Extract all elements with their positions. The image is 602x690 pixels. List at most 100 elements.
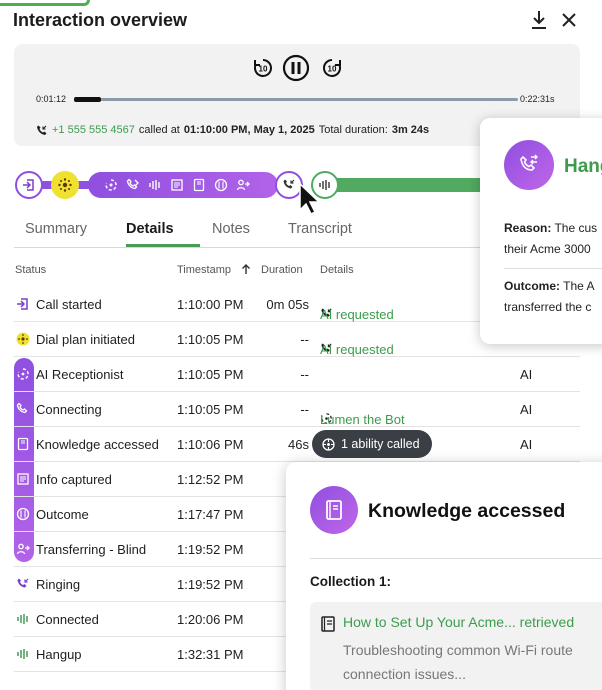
knowledge-item-title[interactable]: How to Set Up Your Acme...	[343, 614, 516, 630]
hangup-card: Hang Reason: The cus their Acme 3000 Out…	[480, 118, 602, 344]
col-duration[interactable]: Duration	[261, 264, 303, 276]
knowledge-item-link[interactable]: How to Set Up Your Acme... retrieved	[343, 614, 574, 630]
ability-badge-label: 1 ability called	[341, 437, 420, 451]
row-duration: --	[300, 402, 309, 417]
row-status: Transferring - Blind	[36, 542, 147, 557]
phone-icon	[16, 402, 30, 416]
pause-button[interactable]	[282, 54, 310, 82]
row-details-text: AI requested	[320, 342, 394, 357]
col-status[interactable]: Status	[15, 264, 46, 276]
reason-label: Reason:	[504, 221, 552, 235]
row-timestamp: 1:20:06 PM	[177, 612, 244, 627]
knowledge-item-desc: Troubleshooting common Wi-Fi route conne…	[343, 638, 573, 686]
book-icon	[16, 437, 30, 451]
ringing-icon	[16, 577, 30, 591]
ai-receptionist-icon	[16, 367, 30, 381]
row-timestamp: 1:32:31 PM	[177, 647, 244, 662]
hangup-reason: Reason: The cus their Acme 3000	[504, 218, 597, 260]
event-timeline	[13, 170, 493, 200]
call-time: 01:10:00 PM, May 1, 2025	[183, 124, 315, 136]
desc-line-1: Troubleshooting common Wi-Fi route	[343, 642, 573, 658]
outcome-icon	[16, 507, 30, 521]
row-duration: --	[300, 332, 309, 347]
row-timestamp: 1:19:52 PM	[177, 577, 244, 592]
row-duration: 0m 05s	[266, 297, 309, 312]
ability-badge[interactable]: 1 ability called	[312, 430, 432, 458]
close-icon[interactable]	[557, 8, 581, 32]
hangup-outcome: Outcome: The A transferred the c	[504, 276, 595, 318]
knowledge-item[interactable]: How to Set Up Your Acme... retrieved Tro…	[310, 602, 602, 690]
incoming-call-icon	[37, 125, 47, 135]
timeline-dial-plan-icon[interactable]	[51, 171, 79, 199]
knowledge-avatar	[310, 486, 358, 534]
outcome-label: Outcome:	[504, 279, 561, 293]
timeline-ai-segment[interactable]	[88, 172, 278, 198]
tab-details[interactable]: Details	[126, 221, 174, 237]
page-title: Interaction overview	[13, 10, 188, 30]
outcome-line-2: transferred the c	[504, 300, 592, 314]
dial-plan-icon	[16, 332, 30, 346]
total-time: 0:22:31s	[520, 94, 555, 104]
knowledge-card: Knowledge accessed Collection 1: How to …	[286, 462, 602, 690]
knowledge-item-suffix: retrieved	[519, 614, 575, 630]
tab-transcript[interactable]: Transcript	[288, 221, 352, 237]
forward-10-icon[interactable]: 10	[318, 54, 346, 82]
row-owner: AI	[520, 402, 533, 417]
timeline-outcome-icon	[214, 178, 228, 192]
row-timestamp: 1:17:47 PM	[177, 507, 244, 522]
progress-fill	[74, 97, 101, 102]
audio-wave-icon	[16, 612, 30, 626]
arrow-up-icon[interactable]	[241, 263, 251, 278]
table-row[interactable]: Knowledge accessed 1:10:06 PM 46s AI	[14, 427, 580, 462]
timeline-form-icon	[171, 179, 183, 191]
row-duration: 46s	[288, 437, 309, 452]
transfer-avatar	[504, 140, 554, 190]
rewind-10-icon[interactable]: 10	[249, 54, 277, 82]
timeline-transfer-icon	[236, 179, 250, 191]
row-status: Info captured	[36, 472, 112, 487]
row-status: AI Receptionist	[36, 367, 124, 382]
active-tab-indicator	[126, 244, 200, 247]
row-status: Outcome	[36, 507, 89, 522]
row-status: Call started	[36, 297, 102, 312]
book-icon	[321, 616, 335, 632]
transfer-icon	[16, 542, 30, 556]
download-icon[interactable]	[527, 8, 551, 32]
call-info: +1 555 555 4567 called at 01:10:00 PM, M…	[36, 124, 429, 136]
timeline-connecting-icon	[126, 178, 139, 190]
row-owner: AI	[520, 367, 533, 382]
caller-phone[interactable]: +1 555 555 4567	[52, 124, 135, 136]
book-icon	[326, 500, 342, 520]
audio-wave-icon	[16, 647, 30, 661]
row-status: Dial plan initiated	[36, 332, 136, 347]
call-start-icon	[16, 297, 30, 311]
collection-label: Collection 1:	[310, 574, 392, 589]
timeline-wave-icon	[149, 180, 160, 190]
header: Interaction overview	[13, 8, 588, 32]
timeline-call-start-icon[interactable]	[15, 171, 43, 199]
row-details-text: AI requested	[320, 307, 394, 322]
progress-track[interactable]	[74, 97, 518, 102]
tab-notes[interactable]: Notes	[212, 221, 250, 237]
row-status: Connected	[36, 612, 99, 627]
row-status: Ringing	[36, 577, 81, 592]
table-row[interactable]: Connecting 1:10:05 PM -- Lumen the Bot AI	[14, 392, 580, 427]
row-owner: AI	[520, 437, 533, 452]
col-timestamp[interactable]: Timestamp	[177, 264, 231, 276]
row-status: Hangup	[36, 647, 82, 662]
timeline-connected-segment	[313, 178, 493, 192]
phone-transfer-icon	[520, 154, 538, 171]
pause-icon	[282, 54, 310, 82]
row-duration: --	[300, 367, 309, 382]
svg-text:10: 10	[259, 65, 268, 74]
col-details[interactable]: Details	[320, 264, 354, 276]
called-at-text: called at	[138, 124, 180, 136]
table-row[interactable]: AI Receptionist 1:10:05 PM -- AI	[14, 357, 580, 392]
current-time: 0:01:12	[36, 94, 67, 104]
mouse-cursor-icon	[299, 182, 321, 216]
tab-summary[interactable]: Summary	[25, 221, 87, 237]
outcome-line-1: The A	[563, 279, 595, 293]
form-icon	[16, 472, 30, 486]
reason-line-1: The cus	[554, 221, 598, 235]
row-status: Knowledge accessed	[36, 437, 159, 452]
